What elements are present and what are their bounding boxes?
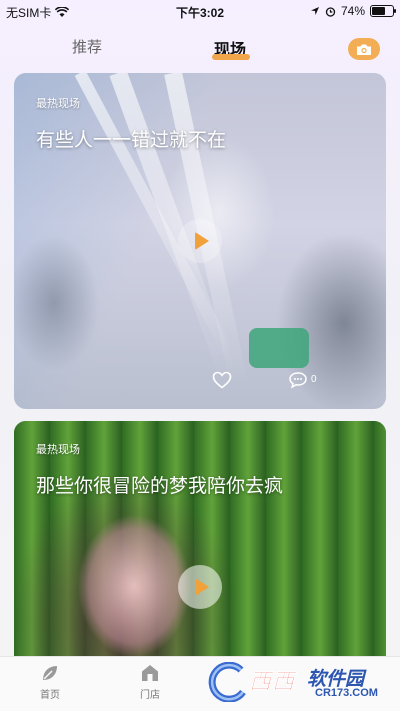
play-icon xyxy=(195,232,209,250)
location-icon xyxy=(310,6,320,16)
card-label: 最热现场 xyxy=(36,98,80,110)
battery-percent: 74% xyxy=(340,4,365,18)
home-leaf-icon xyxy=(43,666,57,680)
battery-fill xyxy=(372,7,386,15)
alarm-icon xyxy=(325,6,336,17)
video-thumbnail xyxy=(14,421,386,671)
active-tab-indicator xyxy=(212,54,250,60)
play-button[interactable] xyxy=(178,565,222,609)
store-icon xyxy=(142,665,158,681)
heart-icon xyxy=(212,371,232,389)
play-button[interactable] xyxy=(178,219,222,263)
card-label: 最热现场 xyxy=(36,444,80,456)
guitar-shape xyxy=(249,328,309,368)
live-video-card[interactable]: 最热现场 有些人一一错过就不在 0 xyxy=(14,73,386,409)
play-icon xyxy=(195,578,209,596)
nav-store[interactable]: 门店 xyxy=(120,663,180,701)
comment-button[interactable] xyxy=(288,371,308,389)
top-tabs: 推荐 现场 xyxy=(0,32,400,66)
card-title: 有些人一一错过就不在 xyxy=(36,130,227,151)
camera-icon xyxy=(357,44,371,55)
comment-count: 0 xyxy=(311,374,317,385)
live-video-card[interactable]: 最热现场 那些你很冒险的梦我陪你去疯 xyxy=(14,421,386,671)
tab-recommend[interactable]: 推荐 xyxy=(72,36,102,57)
watermark-logo xyxy=(208,662,246,702)
watermark: 西西 软件园 CR173.COM xyxy=(205,660,395,704)
card-title: 那些你很冒险的梦我陪你去疯 xyxy=(36,476,284,497)
watermark-url: CR173.COM xyxy=(315,687,378,699)
watermark-site: 软件园 CR173.COM xyxy=(245,662,395,702)
camera-button[interactable] xyxy=(348,38,380,60)
nav-home-label: 首页 xyxy=(40,690,60,701)
status-bar: 无SIM卡 下午3:02 74% xyxy=(0,0,400,22)
nav-store-label: 门店 xyxy=(140,690,160,701)
comment-icon xyxy=(289,372,307,389)
like-button[interactable] xyxy=(212,371,232,389)
nav-home[interactable]: 首页 xyxy=(20,663,80,701)
battery-icon xyxy=(370,5,396,17)
